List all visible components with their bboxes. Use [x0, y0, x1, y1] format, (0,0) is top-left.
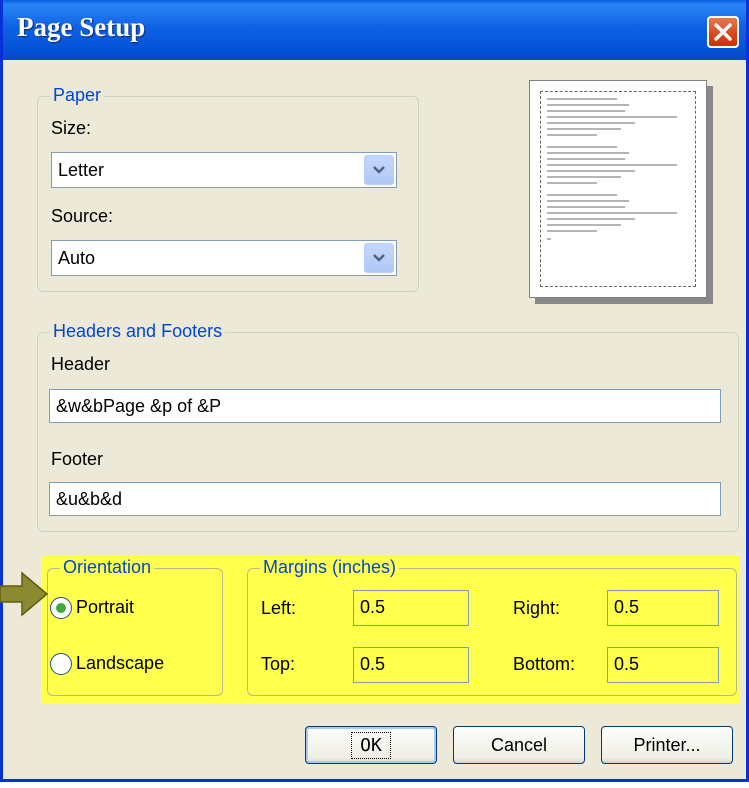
- left-margin-value: 0.5: [360, 597, 386, 617]
- printer-button-label: Printer...: [633, 734, 701, 755]
- page-setup-dialog: Page Setup Paper Size: Letter Source: Au…: [0, 0, 749, 782]
- footer-input[interactable]: &u&b&d: [49, 482, 721, 516]
- title-bar[interactable]: Page Setup: [3, 0, 746, 60]
- page-preview: [529, 80, 707, 298]
- source-value: Auto: [58, 248, 96, 268]
- margins-legend: Margins (inches): [260, 557, 400, 578]
- left-margin-label: Left:: [261, 598, 297, 618]
- portrait-radio[interactable]: [50, 597, 72, 619]
- bottom-margin-value: 0.5: [614, 654, 640, 674]
- dialog-title: Page Setup: [17, 12, 146, 42]
- footer-label: Footer: [51, 449, 104, 469]
- landscape-radio[interactable]: [50, 653, 72, 675]
- radio-selected-dot: [56, 603, 66, 613]
- ok-button[interactable]: OK: [305, 726, 437, 764]
- portrait-label[interactable]: Portrait: [76, 597, 134, 618]
- landscape-label[interactable]: Landscape: [76, 653, 164, 674]
- left-margin-input[interactable]: 0.5: [353, 590, 469, 626]
- orientation-legend: Orientation: [60, 557, 155, 578]
- close-icon: [714, 23, 732, 41]
- ok-button-label: OK: [351, 731, 391, 759]
- bottom-margin-input[interactable]: 0.5: [607, 647, 719, 683]
- size-value: Letter: [58, 160, 105, 180]
- right-margin-input[interactable]: 0.5: [607, 590, 719, 626]
- cancel-button[interactable]: Cancel: [453, 726, 585, 764]
- header-label: Header: [51, 354, 111, 374]
- top-margin-label: Top:: [261, 654, 296, 674]
- page-preview-margins: [540, 91, 696, 287]
- orientation-group: Orientation: [47, 557, 223, 696]
- headers-footers-legend: Headers and Footers: [50, 321, 226, 342]
- chevron-down-icon[interactable]: [364, 243, 394, 273]
- size-select[interactable]: Letter: [51, 152, 397, 188]
- size-label: Size:: [51, 118, 92, 138]
- header-value: &w&bPage &p of &P: [56, 396, 222, 416]
- chevron-down-icon[interactable]: [364, 155, 394, 185]
- source-label: Source:: [51, 206, 114, 226]
- right-margin-value: 0.5: [614, 597, 640, 617]
- cancel-button-label: Cancel: [490, 734, 548, 755]
- right-margin-label: Right:: [513, 598, 561, 618]
- close-button[interactable]: [707, 16, 739, 48]
- top-margin-input[interactable]: 0.5: [353, 647, 469, 683]
- top-margin-value: 0.5: [360, 654, 386, 674]
- arrow-pointer-icon: [0, 571, 49, 617]
- source-select[interactable]: Auto: [51, 240, 397, 276]
- header-input[interactable]: &w&bPage &p of &P: [49, 389, 721, 423]
- footer-value: &u&b&d: [56, 489, 123, 509]
- bottom-margin-label: Bottom:: [513, 654, 576, 674]
- printer-button[interactable]: Printer...: [601, 726, 733, 764]
- paper-legend: Paper: [50, 85, 105, 106]
